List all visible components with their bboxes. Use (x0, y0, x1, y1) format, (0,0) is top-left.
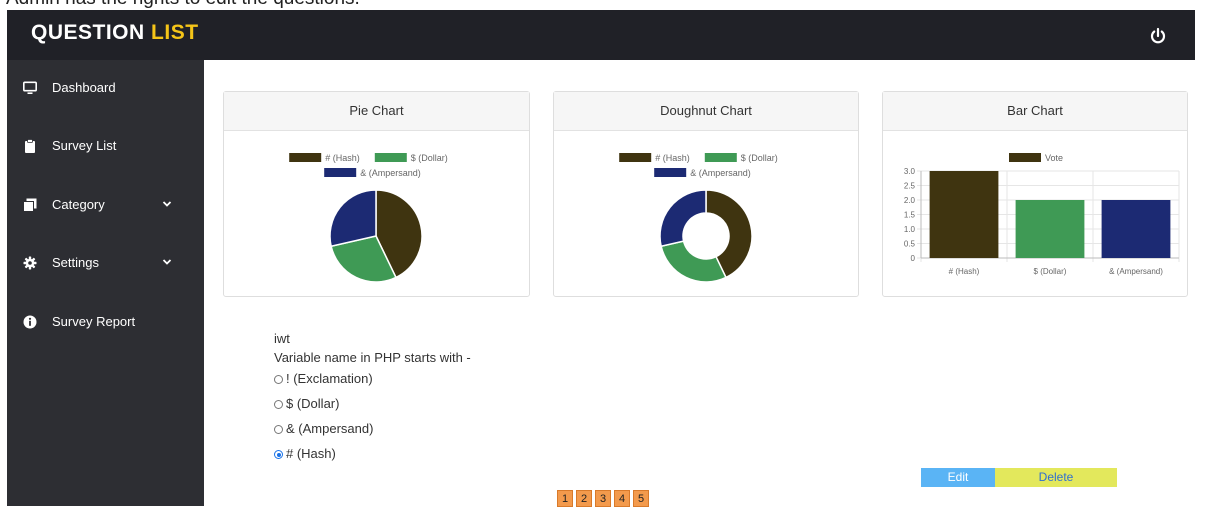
legend-swatch-hash (289, 153, 322, 162)
sidebar-item-dashboard[interactable]: Dashboard (7, 68, 204, 108)
y-tick-label: 0 (911, 254, 916, 263)
chevron-down-icon[interactable] (162, 257, 172, 267)
sidebar-item-survey-list[interactable]: Survey List (7, 126, 204, 166)
legend-label-dollar: $ (Dollar) (411, 153, 448, 163)
y-tick-label: 2.0 (904, 196, 916, 205)
pie-chart-title: Pie Chart (224, 92, 529, 131)
app-title: QUESTION LIST (31, 21, 199, 45)
legend-swatch-hash (619, 153, 652, 162)
option-exclamation[interactable]: ! (Exclamation) (274, 371, 373, 386)
y-tick-label: 3.0 (904, 167, 916, 176)
sidebar-item-label: Dashboard (52, 80, 116, 95)
gear-icon (23, 256, 37, 270)
legend-swatch-dollar (704, 153, 737, 162)
bar-ampersand (1101, 200, 1171, 258)
sidebar-item-label: Category (52, 197, 105, 212)
page-link-4[interactable]: 4 (614, 490, 630, 507)
option-label: $ (Dollar) (286, 396, 340, 411)
monitor-icon (23, 81, 37, 94)
sidebar: Dashboard Survey List Category Settings … (7, 60, 204, 506)
copy-icon (23, 198, 37, 212)
doughnut-slice-dollar (660, 240, 727, 283)
radio-button[interactable] (274, 375, 283, 384)
page-link-2[interactable]: 2 (576, 490, 592, 507)
y-tick-label: 2.5 (904, 182, 916, 191)
legend-swatch-vote (1009, 153, 1041, 162)
survey-name: iwt (274, 331, 290, 346)
legend-label-dollar: $ (Dollar) (741, 153, 778, 163)
doughnut-chart-card: Doughnut Chart # (Hash) $ (Dollar) & (Ampe… (553, 91, 859, 297)
x-tick-label-ampersand: & (Ampersand) (1109, 267, 1163, 276)
radio-button[interactable] (274, 425, 283, 434)
legend-label-hash: # (Hash) (655, 153, 690, 163)
option-label: & (Ampersand) (286, 421, 374, 436)
radio-button[interactable] (274, 400, 283, 409)
pie-chart-card: Pie Chart # (Hash) $ (Dollar) & (Ampersand… (223, 91, 530, 297)
page-link-1[interactable]: 1 (557, 490, 573, 507)
question-text: Variable name in PHP starts with - (274, 350, 471, 365)
pie-slice-ampersand (329, 189, 377, 248)
sidebar-item-survey-report[interactable]: Survey Report (7, 302, 204, 342)
pie-chart: # (Hash) $ (Dollar) & (Ampersand) (289, 153, 448, 283)
chevron-down-icon[interactable] (162, 199, 172, 209)
legend-swatch-dollar (374, 153, 407, 162)
clipboard-icon (25, 139, 35, 153)
option-hash[interactable]: # (Hash) (274, 446, 336, 461)
legend-swatch-ampersand (324, 168, 357, 177)
legend-swatch-ampersand (654, 168, 687, 177)
sidebar-item-label: Survey List (52, 138, 117, 153)
sidebar-item-category[interactable]: Category (7, 185, 204, 225)
doughnut-chart-title: Doughnut Chart (554, 92, 858, 131)
pagination: 12345 (557, 489, 652, 507)
x-tick-label-hash: # (Hash) (949, 267, 980, 276)
page-link-3[interactable]: 3 (595, 490, 611, 507)
bar-hash (929, 171, 999, 258)
sidebar-item-label: Survey Report (52, 314, 136, 329)
y-tick-label: 0.5 (904, 240, 916, 249)
bar-chart-card: Bar Chart Vote 0 0.5 1.0 1.5 2.0 2.5 3.0 # (Hash… (882, 91, 1188, 297)
sidebar-item-label: Settings (52, 255, 99, 270)
option-dollar[interactable]: $ (Dollar) (274, 396, 339, 411)
option-label: ! (Exclamation) (286, 371, 373, 386)
app-title-accent: LIST (151, 21, 199, 44)
option-ampersand[interactable]: & (Ampersand) (274, 421, 373, 436)
doughnut-slice-ampersand (659, 189, 707, 248)
bar-chart: Vote 0 0.5 1.0 1.5 2.0 2.5 3.0 # (Hash) $ (Dollar… (904, 153, 1180, 276)
page-link-5[interactable]: 5 (633, 490, 649, 507)
bar-dollar (1015, 200, 1085, 258)
info-icon (23, 315, 37, 329)
top-bar: QUESTION LIST (7, 10, 1195, 60)
legend-label-ampersand: & (Ampersand) (360, 168, 421, 178)
sidebar-item-settings[interactable]: Settings (7, 243, 204, 283)
x-tick-label-dollar: $ (Dollar) (1034, 267, 1067, 276)
power-icon[interactable] (1149, 27, 1167, 45)
legend-label-vote: Vote (1045, 153, 1063, 163)
y-tick-label: 1.5 (904, 211, 916, 220)
app-title-main: QUESTION (31, 21, 145, 44)
legend-label-ampersand: & (Ampersand) (690, 168, 751, 178)
bar-chart-title: Bar Chart (883, 92, 1187, 131)
y-tick-label: 1.0 (904, 225, 916, 234)
radio-button-checked[interactable] (274, 450, 283, 459)
legend-label-hash: # (Hash) (325, 153, 360, 163)
caption-text: Admin has the rights to edit the questio… (6, 0, 360, 10)
edit-button[interactable]: Edit (921, 468, 995, 487)
doughnut-chart: # (Hash) $ (Dollar) & (Ampersand) (619, 153, 778, 283)
question-block: iwt Variable name in PHP starts with - (274, 331, 471, 365)
option-label: # (Hash) (286, 446, 336, 461)
delete-button[interactable]: Delete (995, 468, 1117, 487)
